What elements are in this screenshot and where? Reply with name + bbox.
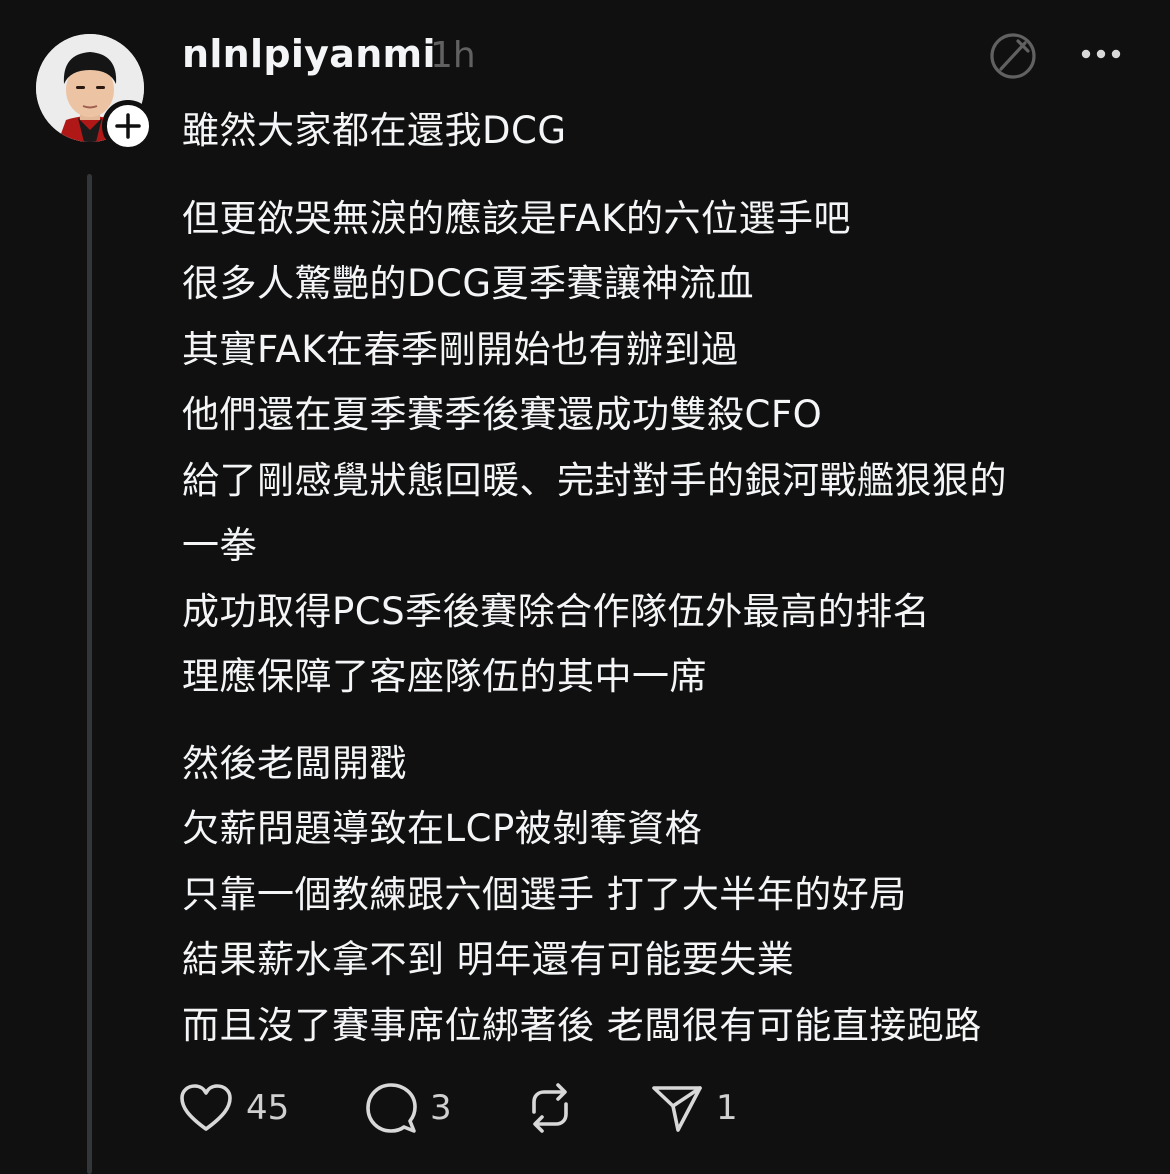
post-line: 一拳 [182,524,257,567]
repost-icon [532,1083,568,1133]
post-line: 很多人驚艷的DCG夏季賽讓神流血 [182,262,754,305]
comment-icon [366,1083,417,1133]
post-body: 雖然大家都在還我DCG 但更欲哭無淚的應該是FAK的六位選手吧 很多人驚艷的DC… [182,98,1142,1058]
post-line: 雖然大家都在還我DCG [182,109,567,152]
comment-count: 3 [430,1088,452,1128]
thread-line [87,174,92,1174]
repost-button[interactable] [524,1080,576,1136]
like-button[interactable]: 45 [178,1080,289,1136]
post-line: 他們還在夏季賽季後賽還成功雙殺CFO [182,393,823,436]
follow-button[interactable] [102,100,154,152]
post-line: 但更欲哭無淚的應該是FAK的六位選手吧 [182,196,851,240]
share-count: 1 [716,1088,738,1128]
send-icon [652,1086,702,1132]
more-icon[interactable] [1078,34,1124,74]
post-line: 只靠一個教練跟六個選手 打了大半年的好局 [182,872,907,916]
share-button[interactable]: 1 [650,1080,738,1136]
post-line: 其實FAK在春季剛開始也有辦到過 [182,327,739,371]
heart-icon [180,1084,232,1131]
post-line: 成功取得PCS季後賽除合作隊伍外最高的排名 [182,589,931,633]
translate-icon[interactable] [988,31,1038,81]
like-count: 45 [246,1088,290,1128]
post-line: 然後老闆開戳 [182,741,407,785]
post-line: 結果薪水拿不到 明年還有可能要失業 [182,938,795,981]
comment-button[interactable]: 3 [364,1080,452,1136]
post-line: 給了剛感覺狀態回暖、完封對手的銀河戰艦狠狠的 [182,458,1007,502]
plus-icon [115,113,141,139]
post-line: 理應保障了客座隊伍的其中一席 [182,655,707,698]
post-line: 而且沒了賽事席位綁著後 老闆很有可能直接跑路 [182,1003,982,1047]
post-line: 欠薪問題導致在LCP被剝奪資格 [182,807,703,850]
username[interactable]: nlnlpiyanmi [182,30,436,78]
post-timestamp: 1h [430,35,476,76]
